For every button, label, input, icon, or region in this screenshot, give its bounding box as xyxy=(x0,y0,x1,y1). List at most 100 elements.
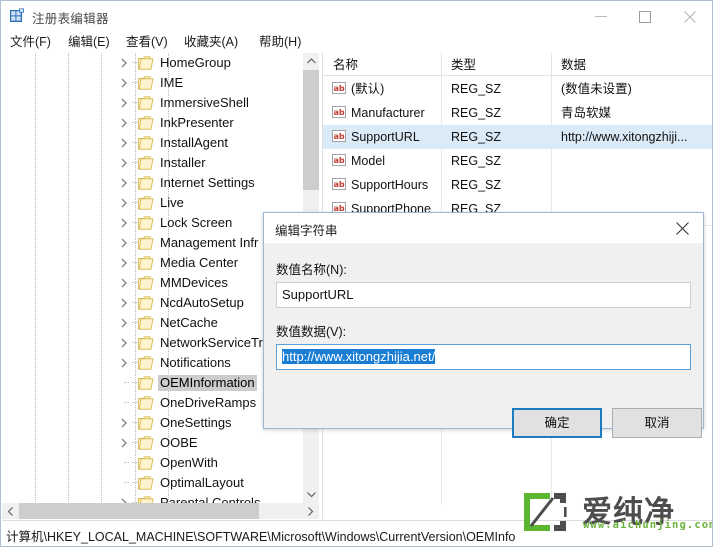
tree-item-inkpresenter[interactable]: InkPresenter xyxy=(2,113,302,133)
tree-connector-line xyxy=(132,242,137,243)
tree-item-label: OneSettings xyxy=(160,415,232,430)
expand-chevron-icon[interactable] xyxy=(118,237,130,249)
expand-chevron-icon[interactable] xyxy=(118,277,130,289)
maximize-button[interactable] xyxy=(624,1,669,31)
tree-item-label: OptimalLayout xyxy=(160,475,244,490)
tree-item-oeminformation[interactable]: OEMInformation xyxy=(2,373,302,393)
tree-item-label: Internet Settings xyxy=(160,175,255,190)
expand-chevron-icon[interactable] xyxy=(118,117,130,129)
tree-item-notifications[interactable]: Notifications xyxy=(2,353,302,373)
value-name-cell: Model xyxy=(351,154,386,168)
value-row[interactable]: ab SupportHours REG_SZ xyxy=(323,173,712,197)
svg-text:ab: ab xyxy=(333,156,344,165)
tree-horizontal-scrollbar[interactable] xyxy=(2,503,319,519)
folder-icon xyxy=(138,76,154,90)
menu-file[interactable]: 文件(F) xyxy=(7,34,54,51)
menu-favorites[interactable]: 收藏夹(A) xyxy=(181,34,241,51)
folder-icon xyxy=(138,296,154,310)
menu-help[interactable]: 帮助(H) xyxy=(256,34,304,51)
tree-item-homegroup[interactable]: HomeGroup xyxy=(2,53,302,73)
tree-item-netcache[interactable]: NetCache xyxy=(2,313,302,333)
svg-text:ab: ab xyxy=(333,132,344,141)
expand-chevron-icon[interactable] xyxy=(118,177,130,189)
expand-chevron-icon[interactable] xyxy=(118,317,130,329)
value-row[interactable]: ab Model REG_SZ xyxy=(323,149,712,173)
value-row[interactable]: ab (默认) REG_SZ (数值未设置) xyxy=(323,77,712,101)
expand-chevron-icon[interactable] xyxy=(118,217,130,229)
expand-chevron-icon[interactable] xyxy=(118,77,130,89)
tree-item-ime[interactable]: IME xyxy=(2,73,302,93)
expand-chevron-icon[interactable] xyxy=(118,337,130,349)
svg-text:ab: ab xyxy=(333,84,344,93)
tree-item-oobe[interactable]: OOBE xyxy=(2,433,302,453)
tree-item-onesettings[interactable]: OneSettings xyxy=(2,413,302,433)
expand-chevron-icon[interactable] xyxy=(118,297,130,309)
dialog-close-button[interactable] xyxy=(663,213,703,243)
tree-item-live[interactable]: Live xyxy=(2,193,302,213)
expand-chevron-icon[interactable] xyxy=(118,357,130,369)
ok-button[interactable]: 确定 xyxy=(512,408,602,438)
folder-icon xyxy=(138,336,154,350)
minimize-button[interactable] xyxy=(579,1,624,31)
title-bar: 注册表编辑器 xyxy=(1,1,712,31)
expand-chevron-icon[interactable] xyxy=(118,97,130,109)
cancel-button[interactable]: 取消 xyxy=(612,408,702,438)
scroll-left-arrow-icon[interactable] xyxy=(2,503,19,519)
expand-chevron-icon[interactable] xyxy=(118,437,130,449)
value-data-input[interactable]: http://www.xitongzhijia.net/ xyxy=(276,344,691,370)
tree-scroll-thumb[interactable] xyxy=(303,70,319,190)
tree-hscroll-thumb[interactable] xyxy=(19,503,259,519)
tree-item-mmdevices[interactable]: MMDevices xyxy=(2,273,302,293)
expand-chevron-icon[interactable] xyxy=(118,57,130,69)
scroll-down-arrow-icon[interactable] xyxy=(303,486,319,503)
value-data-label: 数值数据(V): xyxy=(276,325,347,339)
tree-viewport[interactable]: HomeGroup IME ImmersiveShell InkPresenter In… xyxy=(2,53,302,503)
tree-item-ncdautosetup[interactable]: NcdAutoSetup xyxy=(2,293,302,313)
tree-item-label: OpenWith xyxy=(160,455,218,470)
tree-item-label: InstallAgent xyxy=(160,135,228,150)
scroll-right-arrow-icon[interactable] xyxy=(302,503,319,519)
menu-view[interactable]: 查看(V) xyxy=(123,34,171,51)
string-value-icon: ab xyxy=(332,153,347,168)
chevron-right-icon xyxy=(121,318,127,328)
maximize-icon xyxy=(639,11,651,23)
close-icon xyxy=(676,222,689,235)
value-row[interactable]: ab SupportURL REG_SZ http://www.xitongzhiji… xyxy=(323,125,712,149)
tree-item-lock-screen[interactable]: Lock Screen xyxy=(2,213,302,233)
tree-connector-line xyxy=(132,262,137,263)
expand-chevron-icon[interactable] xyxy=(118,157,130,169)
column-header-data[interactable]: 数据 xyxy=(561,56,586,74)
expand-chevron-icon[interactable] xyxy=(118,197,130,209)
value-name-input[interactable]: SupportURL xyxy=(276,282,691,308)
tree-item-internet-settings[interactable]: Internet Settings xyxy=(2,173,302,193)
tree-item-optimallayout[interactable]: OptimalLayout xyxy=(2,473,302,493)
tree-item-label: Lock Screen xyxy=(160,215,233,230)
string-value-icon: ab xyxy=(332,129,347,144)
column-header-type[interactable]: 类型 xyxy=(451,56,476,74)
folder-icon xyxy=(138,196,154,210)
tree-item-parental-controls[interactable]: Parental Controls xyxy=(2,493,302,503)
folder-icon xyxy=(138,496,154,503)
tree-item-management-infr[interactable]: Management Infr xyxy=(2,233,302,253)
close-button[interactable] xyxy=(669,1,712,31)
expand-chevron-icon[interactable] xyxy=(118,137,130,149)
expand-chevron-icon[interactable] xyxy=(118,417,130,429)
tree-item-immersiveshell[interactable]: ImmersiveShell xyxy=(2,93,302,113)
tree-item-openwith[interactable]: OpenWith xyxy=(2,453,302,473)
value-type-cell: REG_SZ xyxy=(451,154,502,168)
expand-chevron-icon[interactable] xyxy=(118,257,130,269)
tree-item-installer[interactable]: Installer xyxy=(2,153,302,173)
tree-item-onedriveramps[interactable]: OneDriveRamps xyxy=(2,393,302,413)
chevron-right-icon xyxy=(121,138,127,148)
scroll-up-arrow-icon[interactable] xyxy=(303,53,319,70)
tree-item-media-center[interactable]: Media Center xyxy=(2,253,302,273)
tree-item-installagent[interactable]: InstallAgent xyxy=(2,133,302,153)
tree-connector-line xyxy=(132,302,137,303)
tree-item-label: OOBE xyxy=(160,435,198,450)
column-header-name[interactable]: 名称 xyxy=(333,56,358,74)
chevron-right-icon xyxy=(121,418,127,428)
value-type-cell: REG_SZ xyxy=(451,130,502,144)
tree-item-networkservicetr[interactable]: NetworkServiceTr xyxy=(2,333,302,353)
value-row[interactable]: ab Manufacturer REG_SZ 青岛软媒 xyxy=(323,101,712,125)
menu-edit[interactable]: 编辑(E) xyxy=(65,34,113,51)
